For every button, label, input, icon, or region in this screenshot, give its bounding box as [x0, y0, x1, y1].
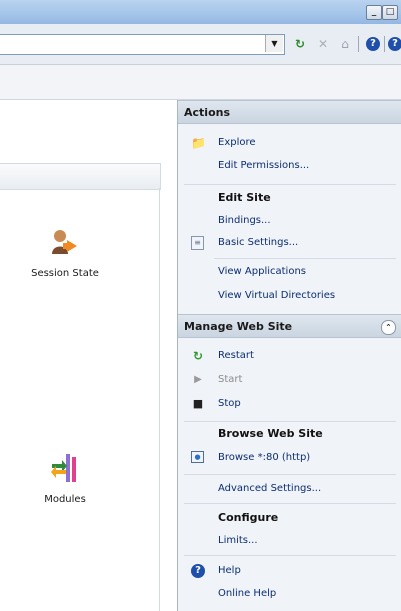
restart-icon: ↻ [192, 349, 204, 363]
settings-page-icon: ≡ [191, 236, 204, 250]
manage-web-site-header[interactable]: Manage Web Site ⌃ [178, 314, 401, 338]
home-icon[interactable]: ⌂ [338, 37, 352, 51]
collapse-icon[interactable]: ⌃ [381, 320, 396, 335]
view-virtual-directories-link[interactable]: View Virtual Directories [218, 290, 335, 301]
view-applications-link[interactable]: View Applications [218, 266, 306, 277]
help-icon: ? [191, 564, 205, 578]
edit-site-heading: Edit Site [218, 191, 271, 204]
separator [184, 184, 396, 185]
browse-web-site-heading: Browse Web Site [218, 427, 323, 440]
window-title-bar: _ □ [0, 0, 401, 24]
basic-settings-link[interactable]: Basic Settings... [218, 237, 298, 248]
explore-link[interactable]: Explore [218, 137, 256, 148]
modules-label[interactable]: Modules [0, 494, 130, 505]
limits-link[interactable]: Limits... [218, 535, 258, 546]
browse-http-link[interactable]: Browse *:80 (http) [218, 452, 310, 463]
stop-link[interactable]: Stop [218, 398, 241, 409]
edit-permissions-link[interactable]: Edit Permissions... [218, 160, 309, 171]
separator [184, 421, 396, 422]
address-bar[interactable] [0, 34, 285, 55]
separator [184, 555, 396, 556]
restart-link[interactable]: Restart [218, 350, 254, 361]
minimize-button[interactable]: _ [366, 5, 382, 20]
toolbar-separator [384, 36, 385, 52]
session-state-icon[interactable] [49, 226, 81, 258]
group-divider [159, 188, 160, 611]
separator [184, 503, 396, 504]
actions-pane: Actions 📁 Explore Edit Permissions... Ed… [177, 100, 401, 611]
toolbar-separator [358, 36, 359, 52]
start-icon: ▶ [194, 374, 202, 385]
modules-icon[interactable] [50, 452, 80, 484]
address-dropdown-button[interactable]: ▼ [265, 35, 283, 52]
address-toolbar: ▼ ↻ ✕ ⌂ ? ? [0, 24, 401, 65]
help-icon-2[interactable]: ? [388, 37, 401, 51]
folder-icon: 📁 [191, 136, 206, 150]
separator [184, 474, 396, 475]
online-help-link[interactable]: Online Help [218, 588, 276, 599]
stop-icon[interactable]: ✕ [316, 37, 330, 51]
group-header [0, 163, 161, 190]
configure-heading: Configure [218, 511, 279, 524]
bindings-link[interactable]: Bindings... [218, 215, 271, 226]
stop-icon: ■ [192, 397, 204, 410]
manage-web-site-title: Manage Web Site [184, 320, 293, 333]
advanced-settings-link[interactable]: Advanced Settings... [218, 483, 321, 494]
restore-button[interactable]: □ [382, 5, 398, 20]
browse-icon: ● [191, 451, 204, 463]
separator [214, 258, 396, 259]
features-view: Session State Modules [0, 100, 176, 611]
help-link[interactable]: Help [218, 565, 241, 576]
help-icon[interactable]: ? [366, 37, 380, 51]
session-state-label[interactable]: Session State [0, 268, 130, 279]
refresh-icon[interactable]: ↻ [293, 37, 307, 51]
actions-header: Actions [178, 100, 401, 124]
command-strip [0, 65, 401, 100]
start-link: Start [218, 374, 243, 385]
